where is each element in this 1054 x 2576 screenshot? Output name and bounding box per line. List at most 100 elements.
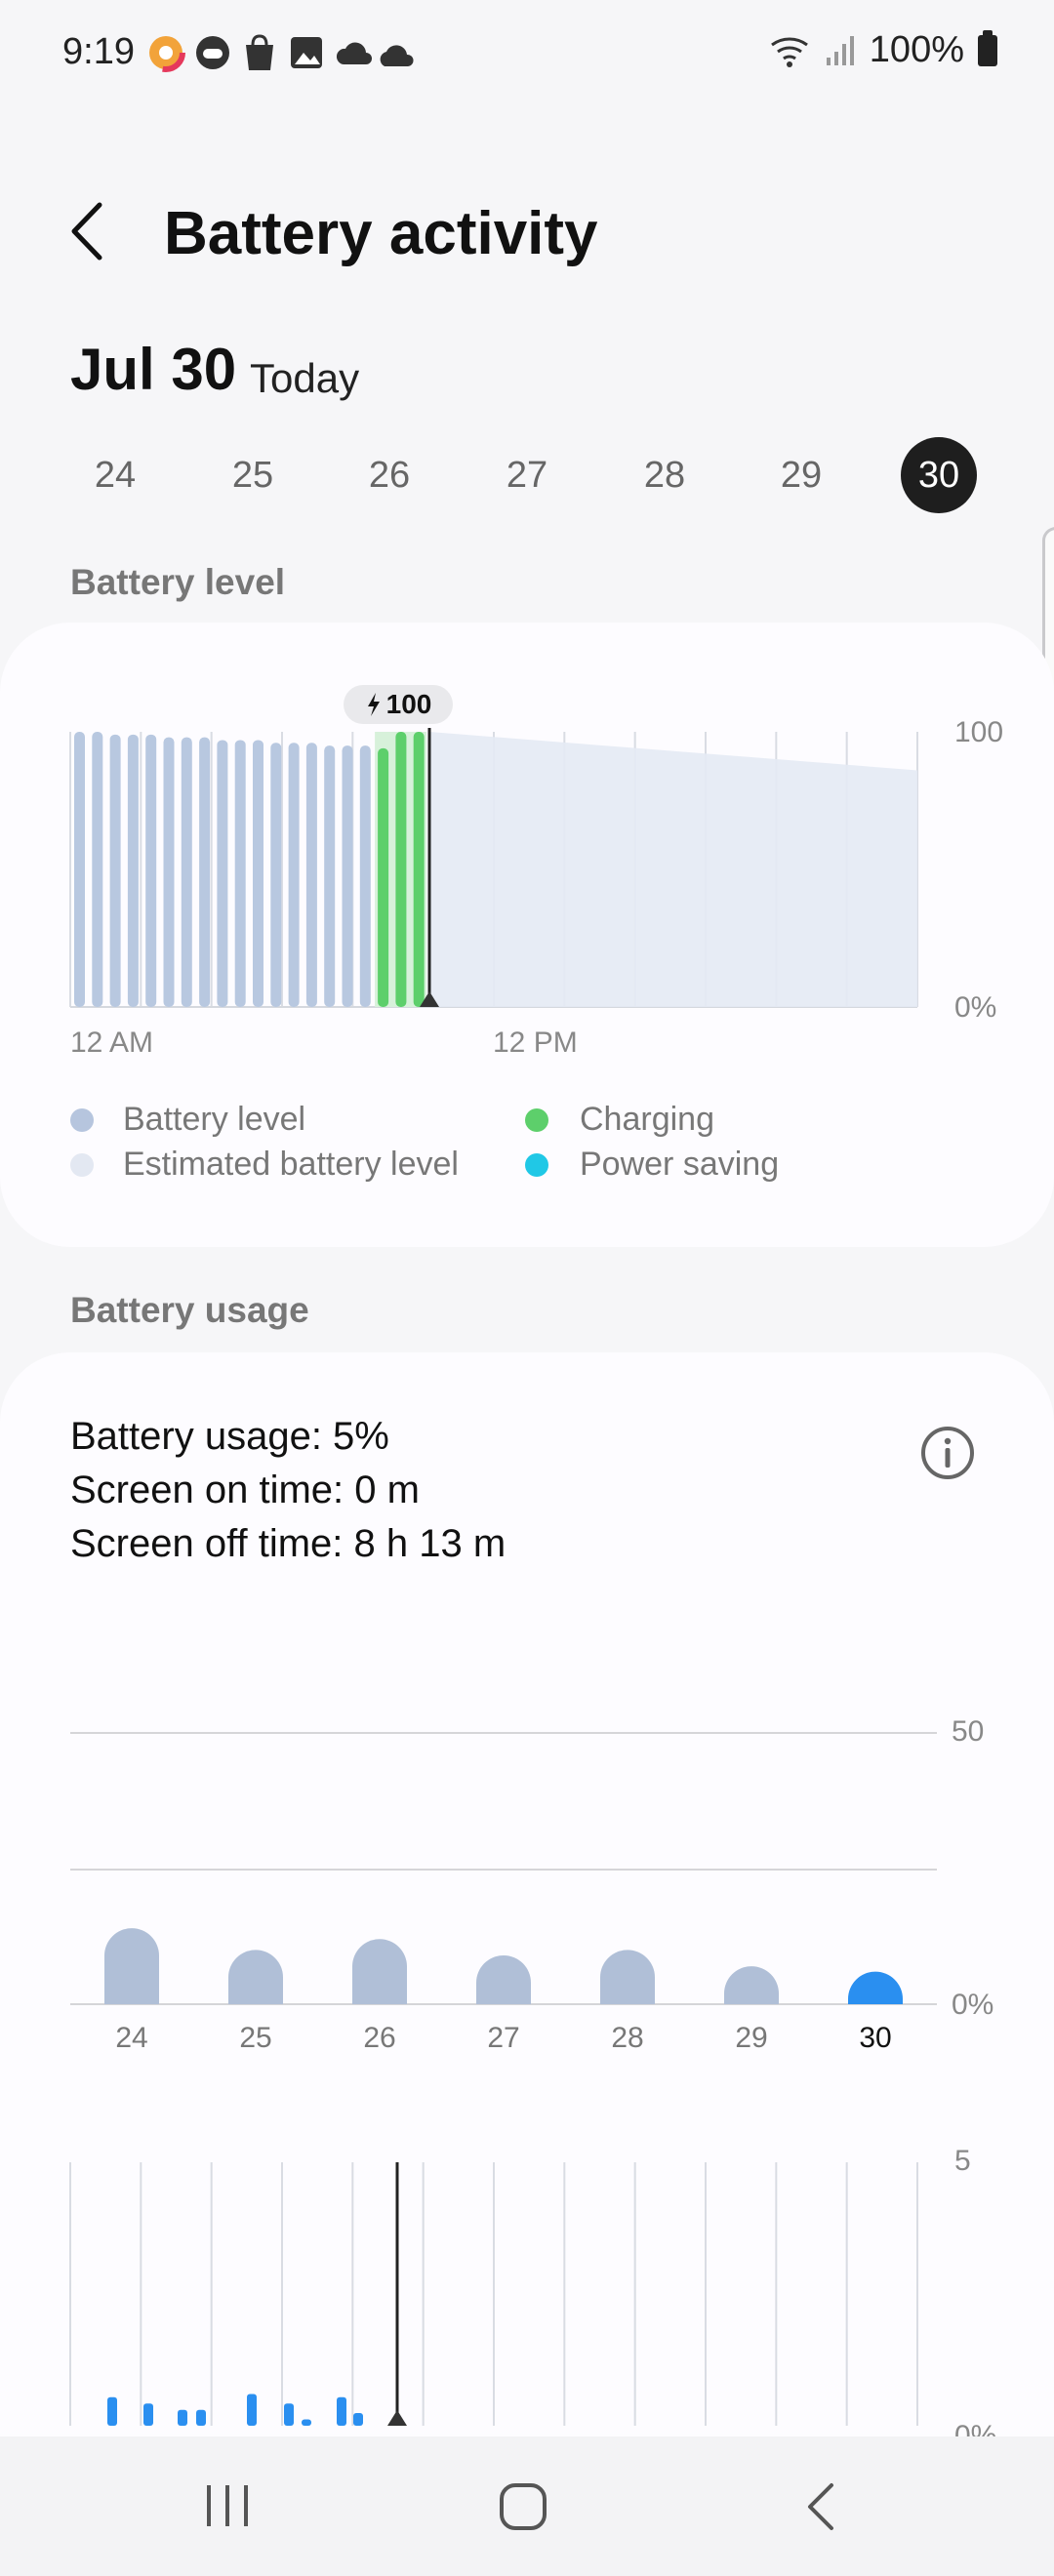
charge-badge-value: 100	[385, 689, 432, 719]
notification-icon-strip	[146, 33, 372, 72]
legend-charging: Charging	[580, 1101, 714, 1138]
home-icon[interactable]	[496, 2479, 554, 2534]
lightning-icon	[367, 693, 380, 716]
legend-estimated: Estimated battery level	[123, 1146, 459, 1183]
notification-icons	[146, 33, 381, 72]
battery-level-bar	[342, 745, 353, 1007]
status-right: 100%	[768, 29, 997, 71]
battery-level-bar	[305, 743, 317, 1007]
day-29[interactable]: 29	[763, 437, 839, 513]
gallery-icon	[291, 37, 322, 68]
browser-app-icon	[146, 33, 185, 72]
battery-level-bar	[163, 737, 175, 1007]
charging-bar	[413, 732, 425, 1007]
date-title: Jul 30	[70, 337, 237, 402]
wifi-icon	[770, 37, 808, 67]
daily-usage-bar	[104, 1928, 159, 2004]
battery-level-bar	[92, 732, 103, 1007]
shopping-bag-icon	[246, 34, 273, 70]
battery-level-bar	[74, 732, 85, 1007]
daily-y-max-label: 50	[952, 1715, 985, 1748]
hourly-usage-bar	[353, 2413, 363, 2426]
battery-level-bar	[359, 745, 371, 1007]
hourly-usage-bar	[337, 2396, 346, 2426]
day-24[interactable]: 24	[77, 437, 153, 513]
legend-dot-charging	[525, 1108, 548, 1132]
legend-power-saving: Power saving	[580, 1146, 780, 1183]
battery-level-bar	[145, 734, 157, 1007]
hourly-usage-chart[interactable]	[0, 2133, 1054, 2435]
status-time: 9:19	[62, 31, 135, 72]
hourly-usage-bar	[302, 2419, 311, 2426]
day-26[interactable]: 26	[351, 437, 427, 513]
battery-level-bar	[234, 740, 246, 1007]
daily-usage-bar	[352, 1939, 407, 2004]
day-25[interactable]: 25	[215, 437, 291, 513]
y-axis-min-label: 0%	[954, 991, 997, 1024]
x-axis-label-12am: 12 AM	[70, 1026, 154, 1059]
battery-level-bar	[109, 734, 121, 1007]
daily-usage-bar	[228, 1950, 283, 2004]
battery-icon	[978, 29, 997, 66]
hourly-usage-bar	[107, 2396, 117, 2426]
day-30-selected[interactable]: 30	[901, 437, 977, 513]
hourly-usage-bar	[143, 2403, 153, 2426]
day-27[interactable]: 27	[489, 437, 565, 513]
cloud-sync-icon	[336, 42, 372, 64]
charging-bar	[395, 732, 407, 1007]
day-28[interactable]: 28	[627, 437, 703, 513]
game-controller-icon	[196, 36, 229, 69]
hourly-usage-bar	[178, 2409, 187, 2426]
charge-badge: 100	[344, 685, 453, 724]
daily-x-label: 27	[487, 2022, 520, 2054]
hourly-usage-bar	[196, 2409, 206, 2426]
daily-x-label: 28	[611, 2022, 644, 2054]
battery-level-card: 100 100 0% 12 AM 12 PM Battery level Est…	[0, 623, 1054, 1247]
estimated-level-area	[429, 732, 917, 1007]
daily-x-label: 25	[239, 2022, 272, 2054]
daily-x-label: 26	[363, 2022, 396, 2054]
battery-percent: 100%	[869, 29, 964, 70]
signal-icon	[826, 35, 854, 65]
battery-level-chart[interactable]	[0, 623, 1054, 1071]
battery-level-label: Battery level	[70, 562, 286, 602]
battery-usage-card: Battery usage: 5% Screen on time: 0 m Sc…	[0, 1352, 1054, 2576]
hourly-usage-bar	[284, 2403, 294, 2426]
daily-usage-bar	[476, 1954, 531, 2004]
daily-usage-bar	[600, 1950, 655, 2004]
battery-level-bar	[270, 743, 282, 1007]
battery-level-bar	[324, 745, 336, 1007]
legend-dot-battery-level	[70, 1108, 94, 1132]
daily-usage-chart[interactable]	[0, 1352, 1054, 2074]
daily-x-label: 29	[735, 2022, 768, 2054]
charging-bar	[378, 747, 389, 1007]
navigation-bar	[0, 2436, 1054, 2576]
battery-level-bar	[181, 737, 192, 1007]
legend-dot-power-saving	[525, 1153, 548, 1177]
y-axis-max-label: 100	[954, 716, 1004, 748]
daily-y-min-label: 0%	[952, 1989, 994, 2021]
recents-icon[interactable]	[201, 2479, 254, 2532]
daily-usage-bar	[848, 1971, 903, 2004]
daily-x-label: 30	[859, 2022, 892, 2054]
hourly-y-max-label: 5	[954, 2145, 971, 2177]
battery-level-bar	[288, 743, 300, 1007]
legend-battery-level: Battery level	[123, 1101, 306, 1138]
battery-level-bar	[217, 740, 228, 1007]
legend-dot-estimated	[70, 1153, 94, 1177]
day-selector: 24 25 26 27 28 29 30	[59, 437, 995, 513]
battery-level-bar	[127, 734, 139, 1007]
hourly-usage-bar	[247, 2394, 257, 2426]
back-nav-icon[interactable]	[798, 2479, 847, 2534]
battery-level-bar	[199, 737, 211, 1007]
x-axis-label-12pm: 12 PM	[493, 1026, 578, 1059]
daily-usage-bar	[724, 1966, 779, 2004]
battery-usage-label: Battery usage	[70, 1290, 309, 1330]
page-title: Battery activity	[164, 200, 598, 267]
back-button[interactable]	[61, 197, 119, 265]
date-subtitle: Today	[250, 355, 360, 401]
cloud-icon	[380, 45, 414, 66]
current-time-pointer	[387, 2410, 407, 2426]
daily-x-label: 24	[115, 2022, 148, 2054]
battery-level-bar	[253, 740, 264, 1007]
